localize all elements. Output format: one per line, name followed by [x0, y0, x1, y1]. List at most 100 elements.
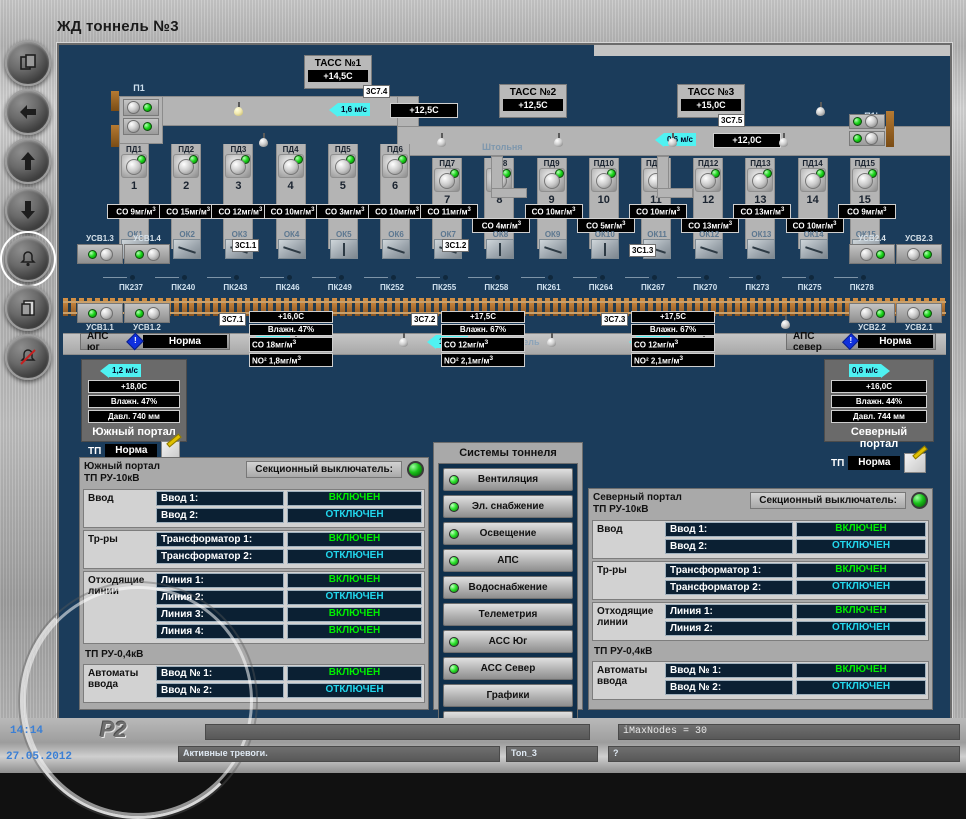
table-row[interactable]: Ввод № 2: ОТКЛЮЧЕН: [665, 680, 926, 695]
pd-fan[interactable]: ПД1 1: [118, 145, 150, 192]
menu-item[interactable]: Эл. снабжение: [443, 495, 573, 518]
zone-tag[interactable]: 3С1.1: [232, 239, 260, 252]
menu-item[interactable]: АПС: [443, 549, 573, 572]
section-switch-label[interactable]: Секционный выключатель:: [246, 461, 402, 478]
menu-item[interactable]: АСС Юг: [443, 630, 573, 653]
aps-north-bar[interactable]: АПС север ! Норма: [786, 331, 936, 353]
pd-fan[interactable]: ПД6 6: [379, 145, 411, 192]
menu-item[interactable]: Справка: [443, 711, 573, 718]
portal-valve[interactable]: [849, 131, 885, 146]
pd-fan[interactable]: ПД12 12: [692, 159, 724, 206]
menu-item[interactable]: Освещение: [443, 522, 573, 545]
co-sensor-label[interactable]: CO 9мг/м3: [107, 204, 165, 219]
usv-body[interactable]: [896, 303, 942, 323]
pd-fan[interactable]: ПД2 2: [170, 145, 202, 192]
usv-body[interactable]: [77, 244, 123, 264]
damper[interactable]: ОК4: [277, 230, 307, 259]
table-row[interactable]: Ввод 1: ВКЛЮЧЕН: [156, 491, 422, 506]
pd-fan[interactable]: ПД7 7: [431, 159, 463, 206]
menu-item[interactable]: Вентиляция: [443, 468, 573, 491]
table-row[interactable]: Ввод № 2: ОТКЛЮЧЕН: [156, 683, 422, 698]
co-sensor-label[interactable]: CO 10мг/м3: [368, 204, 426, 219]
usv-body[interactable]: [77, 303, 123, 323]
table-row[interactable]: Линия 2: ОТКЛЮЧЕН: [665, 621, 926, 636]
damper[interactable]: ОК10: [590, 230, 620, 259]
damper[interactable]: ОК8: [485, 230, 515, 259]
tacc-box[interactable]: ТАСС №2 +12,5С: [499, 84, 567, 118]
co-sensor-label[interactable]: CO 13мг/м3: [733, 204, 792, 219]
portal-tp-row[interactable]: ТП Норма: [831, 453, 927, 473]
table-row[interactable]: Линия 4: ВКЛЮЧЕН: [156, 624, 422, 639]
usv-device[interactable]: УСВ2.1: [896, 303, 942, 333]
alarm-off-icon[interactable]: [5, 334, 51, 380]
usv-body[interactable]: [896, 244, 942, 264]
pd-fan[interactable]: ПД3 3: [222, 145, 254, 192]
table-row[interactable]: Линия 3: ВКЛЮЧЕН: [156, 607, 422, 622]
usv-body[interactable]: [849, 303, 895, 323]
damper[interactable]: ОК12: [694, 230, 724, 259]
co-sensor-label[interactable]: CO 11мг/м3: [420, 204, 479, 219]
co-sensor-label[interactable]: CO 3мг/м3: [315, 204, 374, 219]
damper[interactable]: ОК13: [746, 230, 776, 259]
table-row[interactable]: Ввод 1: ВКЛЮЧЕН: [665, 522, 926, 537]
table-row[interactable]: Трансформатор 1: ВКЛЮЧЕН: [156, 532, 422, 547]
usv-device[interactable]: УСВ1.2: [124, 303, 170, 333]
pd-fan[interactable]: ПД5 5: [327, 145, 359, 192]
co-sensor-label[interactable]: CO 15мг/м3: [159, 204, 218, 219]
aps-south-bar[interactable]: АПС юг ! Норма: [80, 331, 230, 353]
section-switch[interactable]: Секционный выключатель:: [246, 461, 424, 478]
tacc-box[interactable]: ТАСС №3 +15,0С: [677, 84, 745, 118]
section-switch-label[interactable]: Секционный выключатель:: [750, 492, 906, 509]
usv-body[interactable]: [124, 303, 170, 323]
pd-fan[interactable]: ПД13 13: [744, 159, 776, 206]
zone-tag[interactable]: 3С7.5: [718, 114, 746, 127]
sensor-tag[interactable]: 3С7.3: [601, 313, 629, 326]
sensor-tag[interactable]: 3С7.2: [411, 313, 439, 326]
question-field[interactable]: ?: [608, 746, 960, 762]
menu-item[interactable]: Водоснабжение: [443, 576, 573, 599]
tunnel-sensor-stack[interactable]: +17,5С Влажн. 67% CO 12мг/м3 NO² 2,1мг/м…: [441, 311, 525, 368]
portal-valve[interactable]: [849, 114, 885, 129]
alarm-bell-icon[interactable]: [0, 231, 56, 287]
table-row[interactable]: Трансформатор 1: ВКЛЮЧЕН: [665, 563, 926, 578]
table-row[interactable]: Ввод 2: ОТКЛЮЧЕН: [665, 539, 926, 554]
context-field[interactable]: Ton_3: [506, 746, 598, 762]
sensor-tag[interactable]: 3С7.1: [219, 313, 247, 326]
table-row[interactable]: Линия 1: ВКЛЮЧЕН: [665, 604, 926, 619]
windows-icon[interactable]: [5, 40, 51, 86]
table-row[interactable]: Трансформатор 2: ОТКЛЮЧЕН: [156, 549, 422, 564]
pd-fan[interactable]: ПД4 4: [275, 145, 307, 192]
table-row[interactable]: Ввод № 1: ВКЛЮЧЕН: [156, 666, 422, 681]
zone-tag[interactable]: 3С7.4: [363, 85, 391, 98]
usv-body[interactable]: [849, 244, 895, 264]
co-sensor-label[interactable]: CO 10мг/м3: [629, 204, 687, 219]
co-sensor-label[interactable]: CO 10мг/м3: [524, 204, 583, 219]
table-row[interactable]: Линия 2: ОТКЛЮЧЕН: [156, 590, 422, 605]
menu-item[interactable]: АСС Север: [443, 657, 573, 680]
table-row[interactable]: Трансформатор 2: ОТКЛЮЧЕН: [665, 580, 926, 595]
pd-fan[interactable]: ПД15 15: [849, 159, 881, 206]
tacc-box[interactable]: ТАСС №1 +14,5С: [304, 55, 372, 89]
usv-device[interactable]: УСВ1.3: [77, 234, 123, 264]
table-row[interactable]: Ввод № 1: ВКЛЮЧЕН: [665, 663, 926, 678]
report-icon[interactable]: [5, 285, 51, 331]
north-portal-panel[interactable]: 0,6 м/с +16,0С Влажн. 44% Давл. 744 мм С…: [824, 359, 934, 473]
portal-valve[interactable]: [123, 118, 159, 135]
zone-tag[interactable]: 3С1.2: [442, 239, 470, 252]
co-sensor-label[interactable]: CO 10мг/м3: [263, 204, 322, 219]
usv-device[interactable]: УСВ1.1: [77, 303, 123, 333]
damper[interactable]: ОК14: [799, 230, 829, 259]
damper[interactable]: ОК5: [329, 230, 359, 259]
co-sensor-label[interactable]: CO 12мг/м3: [211, 204, 270, 219]
tunnel-sensor-stack[interactable]: +17,5С Влажн. 67% CO 12мг/м3 NO² 2,1мг/м…: [631, 311, 715, 368]
zone-tag[interactable]: 3С1.3: [629, 244, 657, 257]
south-portal-panel[interactable]: 1,2 м/с +18,0С Влажн. 47% Давл. 740 мм Ю…: [81, 359, 187, 461]
menu-item[interactable]: Телеметрия: [443, 603, 573, 626]
usv-device[interactable]: УСВ2.2: [849, 303, 895, 333]
up-arrow-icon[interactable]: [5, 138, 51, 184]
edit-pencil-icon[interactable]: [904, 453, 927, 473]
damper[interactable]: ОК2: [172, 230, 202, 259]
back-arrow-icon[interactable]: [5, 89, 51, 135]
usv-device[interactable]: УСВ1.4: [124, 234, 170, 264]
menu-item[interactable]: Графики: [443, 684, 573, 707]
